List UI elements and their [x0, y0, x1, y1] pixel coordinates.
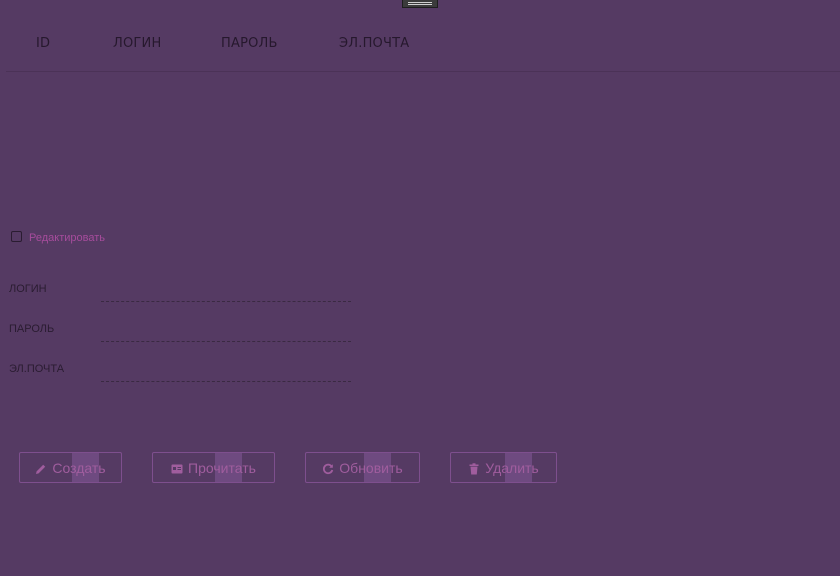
- column-header-password[interactable]: ПАРОЛЬ: [221, 36, 278, 51]
- column-header-login[interactable]: ЛОГИН: [113, 36, 161, 51]
- edit-toggle[interactable]: Редактировать: [11, 229, 105, 244]
- users-table-header: ID ЛОГИН ПАРОЛЬ ЭЛ.ПОЧТА: [0, 0, 840, 72]
- edit-checkbox[interactable]: [11, 231, 22, 242]
- password-label: ПАРОЛЬ: [9, 323, 55, 335]
- read-button-label: Прочитать: [188, 459, 256, 476]
- email-input[interactable]: [101, 363, 351, 382]
- login-input[interactable]: [101, 283, 351, 302]
- email-label: ЭЛ.ПОЧТА: [9, 363, 65, 375]
- login-label: ЛОГИН: [9, 283, 47, 295]
- id-card-icon: [171, 462, 183, 474]
- update-button-label: Обновить: [339, 459, 403, 476]
- trash-icon: [468, 462, 480, 474]
- password-input[interactable]: [101, 323, 351, 342]
- edit-checkbox-label[interactable]: Редактировать: [29, 232, 105, 244]
- refresh-icon: [322, 462, 334, 474]
- delete-button-label: Удалить: [485, 459, 539, 476]
- create-button[interactable]: Создать: [19, 452, 122, 483]
- read-button[interactable]: Прочитать: [152, 452, 275, 483]
- app-window: ID ЛОГИН ПАРОЛЬ ЭЛ.ПОЧТА Редактировать Л…: [0, 0, 840, 576]
- pencil-icon: [35, 462, 47, 474]
- update-button[interactable]: Обновить: [305, 452, 420, 483]
- create-button-label: Создать: [52, 459, 106, 476]
- delete-button[interactable]: Удалить: [450, 452, 557, 483]
- column-header-email[interactable]: ЭЛ.ПОЧТА: [339, 36, 409, 51]
- header-divider: [6, 71, 840, 72]
- column-header-id[interactable]: ID: [36, 36, 50, 51]
